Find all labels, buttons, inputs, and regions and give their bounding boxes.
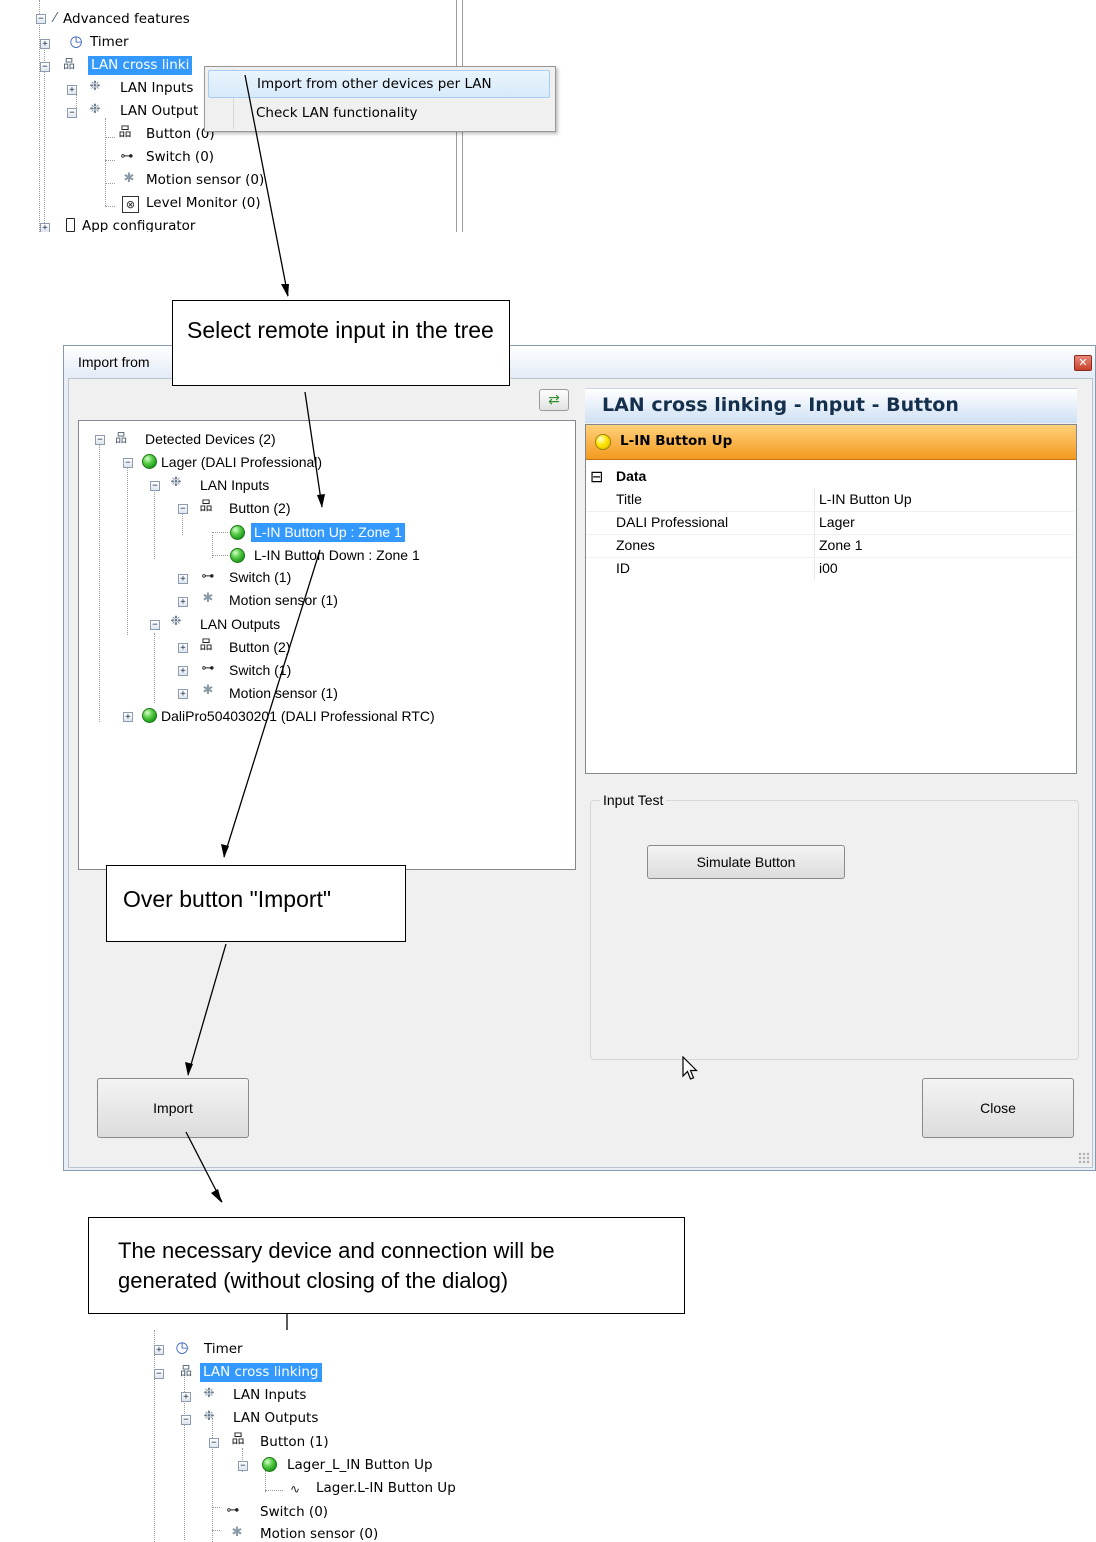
connection-icon: ∿: [289, 1482, 301, 1496]
expand-toggle[interactable]: +: [154, 1345, 164, 1355]
collapse-toggle[interactable]: −: [154, 1369, 164, 1379]
collapse-toggle[interactable]: −: [181, 1415, 191, 1425]
tree-item-motion-sensor[interactable]: Motion sensor (0): [260, 1526, 378, 1542]
tree-item-lan-inputs[interactable]: LAN Inputs: [233, 1387, 306, 1403]
switch-icon: ⊶: [226, 1503, 240, 1518]
collapse-toggle[interactable]: −: [238, 1461, 248, 1471]
annotation-arrows: [185, 74, 325, 1367]
clock-icon: ◷: [175, 1338, 189, 1356]
lan-output-icon: ❉: [203, 1409, 215, 1424]
tree-item-lan-cross-linking[interactable]: LAN cross linking: [200, 1363, 322, 1382]
tree-item-lan-outputs[interactable]: LAN Outputs: [233, 1410, 318, 1426]
lan-input-icon: ❉: [203, 1386, 215, 1401]
network-icon: 品: [179, 1364, 192, 1378]
tree-item-connection[interactable]: Lager.L-IN Button Up: [316, 1480, 456, 1496]
bottom-tree: + ◷ Timer − 品 LAN cross linking + ❉ LAN …: [124, 1330, 529, 1542]
tree-item-switch[interactable]: Switch (0): [260, 1504, 328, 1520]
tree-item-timer[interactable]: Timer: [204, 1341, 243, 1357]
motion-sensor-icon: ✱: [231, 1525, 243, 1540]
tree-item-button[interactable]: Button (1): [260, 1434, 329, 1450]
collapse-toggle[interactable]: −: [209, 1438, 219, 1448]
push-button-icon: 品: [231, 1432, 245, 1447]
tree-item-lager-button[interactable]: Lager_L_IN Button Up: [287, 1457, 433, 1473]
device-online-icon: [262, 1457, 277, 1472]
expand-toggle[interactable]: +: [181, 1392, 191, 1402]
